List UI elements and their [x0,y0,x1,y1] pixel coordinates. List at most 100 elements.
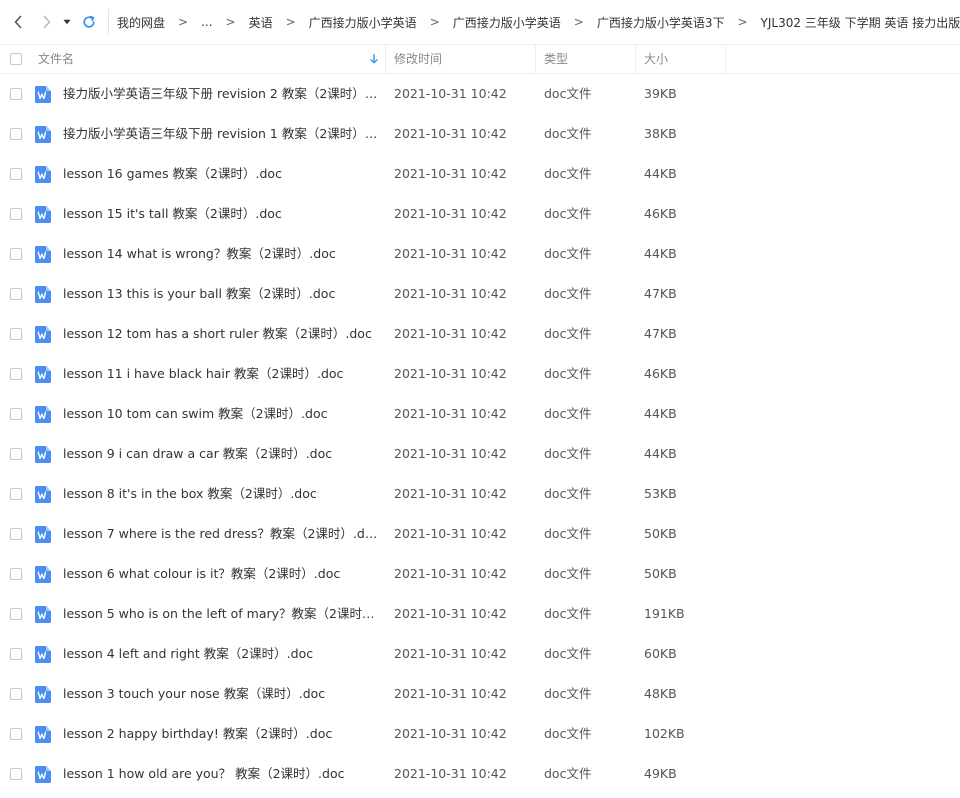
file-row[interactable]: lesson 16 games 教案（2课时）.doc 2021-10-31 1… [0,154,960,194]
file-name[interactable]: lesson 4 left and right 教案（2课时）.doc [63,634,379,674]
sort-down-arrow-icon[interactable] [370,54,378,64]
file-name[interactable]: lesson 6 what colour is it？教案（2课时）.doc [63,554,379,594]
file-checkbox[interactable] [10,648,22,660]
file-row[interactable]: lesson 8 it's in the box 教案（2课时）.doc 202… [0,474,960,514]
column-header-name[interactable]: 文件名 [38,45,384,73]
file-checkbox[interactable] [10,128,22,140]
file-checkbox[interactable] [10,528,22,540]
file-row[interactable]: lesson 10 tom can swim 教案（2课时）.doc 2021-… [0,394,960,434]
word-doc-icon [35,126,51,143]
file-name[interactable]: lesson 15 it's tall 教案（2课时）.doc [63,194,379,234]
word-doc-icon [35,446,51,463]
forward-button[interactable] [36,0,58,44]
column-divider[interactable] [725,45,726,73]
file-name[interactable]: lesson 16 games 教案（2课时）.doc [63,154,379,194]
file-row[interactable]: lesson 14 what is wrong？教案（2课时）.doc 2021… [0,234,960,274]
file-name[interactable]: lesson 12 tom has a short ruler 教案（2课时）.… [63,314,379,354]
file-checkbox[interactable] [10,608,22,620]
file-checkbox[interactable] [10,448,22,460]
word-doc-icon [35,246,51,263]
file-name[interactable]: lesson 3 touch your nose 教案（课时）.doc [63,674,379,714]
file-row[interactable]: lesson 11 i have black hair 教案（2课时）.doc … [0,354,960,394]
file-checkbox[interactable] [10,208,22,220]
file-type: doc文件 [544,86,592,101]
file-checkbox[interactable] [10,88,22,100]
file-type: doc文件 [544,406,592,421]
file-name[interactable]: lesson 8 it's in the box 教案（2课时）.doc [63,474,379,514]
word-doc-icon [35,406,51,423]
breadcrumb-item-english[interactable]: 英语 [249,14,273,31]
file-modified-time: 2021-10-31 10:42 [394,726,507,741]
file-name[interactable]: lesson 11 i have black hair 教案（2课时）.doc [63,354,379,394]
file-modified-time: 2021-10-31 10:42 [394,326,507,341]
breadcrumb-item-root[interactable]: 我的网盘 [117,14,165,31]
file-checkbox[interactable] [10,688,22,700]
select-all-checkbox[interactable] [10,53,22,65]
file-modified-time: 2021-10-31 10:42 [394,606,507,621]
refresh-icon [83,15,95,28]
file-checkbox[interactable] [10,488,22,500]
file-row[interactable]: lesson 6 what colour is it？教案（2课时）.doc 2… [0,554,960,594]
breadcrumb-item-folder[interactable]: 广西接力版小学英语 [453,14,561,31]
file-row[interactable]: lesson 3 touch your nose 教案（课时）.doc 2021… [0,674,960,714]
file-checkbox[interactable] [10,328,22,340]
column-divider[interactable] [385,45,386,73]
refresh-button[interactable] [76,0,102,44]
file-name[interactable]: lesson 13 this is your ball 教案（2课时）.doc [63,274,379,314]
back-button[interactable] [0,0,36,44]
file-checkbox[interactable] [10,248,22,260]
file-name[interactable]: lesson 5 who is on the left of mary？教案（2… [63,594,379,634]
file-name[interactable]: lesson 1 how old are you？ 教案（2课时）.doc [63,754,379,794]
file-size: 44KB [644,446,677,461]
file-name[interactable]: lesson 9 i can draw a car 教案（2课时）.doc [63,434,379,474]
file-row[interactable]: lesson 5 who is on the left of mary？教案（2… [0,594,960,634]
column-header-modified[interactable]: 修改时间 [394,45,534,73]
file-checkbox[interactable] [10,768,22,780]
breadcrumb-item-folder[interactable]: 广西接力版小学英语3下 [597,14,725,31]
file-checkbox[interactable] [10,288,22,300]
file-row[interactable]: lesson 15 it's tall 教案（2课时）.doc 2021-10-… [0,194,960,234]
breadcrumb-item-ellipsis[interactable]: ... [201,15,212,29]
file-row[interactable]: lesson 9 i can draw a car 教案（2课时）.doc 20… [0,434,960,474]
file-name[interactable]: lesson 10 tom can swim 教案（2课时）.doc [63,394,379,434]
file-checkbox[interactable] [10,408,22,420]
file-modified-time: 2021-10-31 10:42 [394,686,507,701]
file-row[interactable]: lesson 1 how old are you？ 教案（2课时）.doc 20… [0,754,960,794]
file-type: doc文件 [544,566,592,581]
file-row[interactable]: lesson 4 left and right 教案（2课时）.doc 2021… [0,634,960,674]
file-type: doc文件 [544,126,592,141]
file-row[interactable]: lesson 12 tom has a short ruler 教案（2课时）.… [0,314,960,354]
column-header-size[interactable]: 大小 [644,45,724,73]
file-modified-time: 2021-10-31 10:42 [394,406,507,421]
file-type: doc文件 [544,166,592,181]
column-header-type[interactable]: 类型 [544,45,634,73]
file-modified-time: 2021-10-31 10:42 [394,86,507,101]
file-name[interactable]: lesson 7 where is the red dress？教案（2课时）.… [63,514,379,554]
file-list: 接力版小学英语三年级下册 revision 2 教案（2课时）.doc 2021… [0,74,960,794]
file-name[interactable]: 接力版小学英语三年级下册 revision 2 教案（2课时）.doc [63,74,379,114]
file-name[interactable]: lesson 2 happy birthday! 教案（2课时）.doc [63,714,379,754]
file-modified-time: 2021-10-31 10:42 [394,166,507,181]
column-divider[interactable] [635,45,636,73]
file-row[interactable]: lesson 13 this is your ball 教案（2课时）.doc … [0,274,960,314]
file-row[interactable]: lesson 2 happy birthday! 教案（2课时）.doc 202… [0,714,960,754]
file-type: doc文件 [544,246,592,261]
file-name[interactable]: 接力版小学英语三年级下册 revision 1 教案（2课时）.doc [63,114,379,154]
history-dropdown-button[interactable] [58,0,76,44]
file-checkbox[interactable] [10,368,22,380]
word-doc-icon [35,286,51,303]
file-size: 47KB [644,326,677,341]
breadcrumb-item-current[interactable]: YJL302 三年级 下学期 英语 接力出版社 教案 [761,14,960,31]
file-checkbox[interactable] [10,568,22,580]
file-row[interactable]: 接力版小学英语三年级下册 revision 2 教案（2课时）.doc 2021… [0,74,960,114]
file-checkbox[interactable] [10,728,22,740]
word-doc-icon [35,766,51,783]
file-row[interactable]: lesson 7 where is the red dress？教案（2课时）.… [0,514,960,554]
column-divider[interactable] [535,45,536,73]
file-row[interactable]: 接力版小学英语三年级下册 revision 1 教案（2课时）.doc 2021… [0,114,960,154]
breadcrumb-item-folder[interactable]: 广西接力版小学英语 [309,14,417,31]
file-size: 60KB [644,646,677,661]
file-name[interactable]: lesson 14 what is wrong？教案（2课时）.doc [63,234,379,274]
file-modified-time: 2021-10-31 10:42 [394,126,507,141]
file-checkbox[interactable] [10,168,22,180]
